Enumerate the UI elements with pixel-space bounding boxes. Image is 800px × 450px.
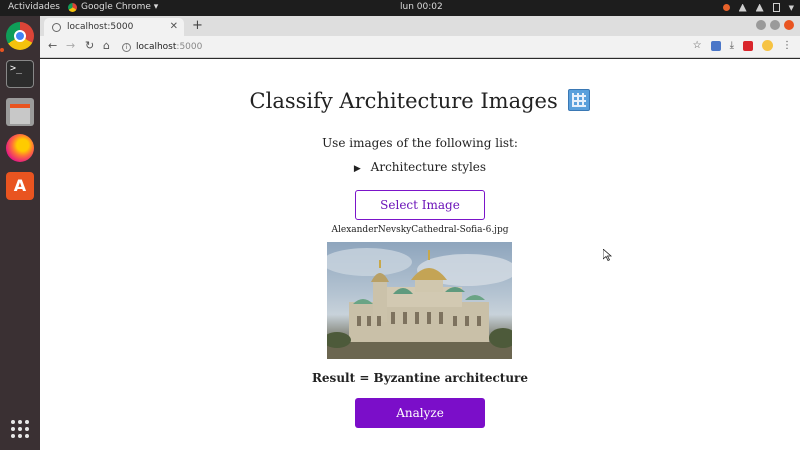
chrome-icon bbox=[68, 2, 77, 12]
browser-tab[interactable]: localhost:5000 ✕ bbox=[44, 18, 184, 36]
tab-title: localhost:5000 bbox=[67, 22, 134, 32]
notification-icon[interactable] bbox=[722, 4, 730, 11]
close-tab-icon[interactable]: ✕ bbox=[170, 21, 178, 32]
firefox-launcher-icon[interactable] bbox=[6, 134, 34, 162]
menu-kebab-icon[interactable]: ⋮ bbox=[782, 40, 792, 51]
activities-button[interactable]: Actividades bbox=[8, 2, 60, 12]
cathedral-illustration bbox=[327, 248, 512, 359]
page-content: Classify Architecture Images Use images … bbox=[40, 59, 800, 450]
show-applications-icon[interactable] bbox=[11, 420, 29, 438]
running-indicator bbox=[0, 48, 4, 52]
chrome-launcher-icon[interactable] bbox=[6, 22, 34, 50]
translate-extension-icon[interactable] bbox=[710, 40, 721, 51]
toolbar-actions: ☆ ⤓ ⋮ bbox=[693, 40, 792, 51]
mouse-cursor-icon bbox=[603, 249, 613, 261]
app-menu-label: Google Chrome ▾ bbox=[81, 2, 159, 12]
address-bar[interactable]: i localhost:5000 bbox=[122, 39, 682, 55]
close-window-button[interactable] bbox=[784, 20, 794, 30]
office-building-icon bbox=[568, 89, 591, 111]
url-host: localhost bbox=[136, 42, 177, 52]
globe-icon bbox=[52, 22, 61, 32]
download-icon[interactable]: ⤓ bbox=[730, 40, 734, 51]
instructions-text: Use images of the following list: bbox=[322, 136, 518, 150]
minimize-button[interactable] bbox=[756, 20, 766, 30]
battery-icon[interactable] bbox=[772, 3, 780, 12]
page-title-text: Classify Architecture Images bbox=[249, 89, 558, 113]
selected-filename: AlexanderNevskyCathedral-Sofia-6.jpg bbox=[331, 225, 509, 235]
terminal-launcher-icon[interactable]: >_ bbox=[6, 60, 34, 88]
site-info-icon[interactable]: i bbox=[122, 42, 131, 52]
forward-arrow-icon[interactable]: → bbox=[66, 39, 75, 52]
page-title: Classify Architecture Images bbox=[40, 89, 800, 113]
reload-icon[interactable]: ↻ bbox=[85, 39, 94, 52]
software-center-launcher-icon[interactable]: A bbox=[6, 172, 34, 200]
styles-disclosure[interactable]: ▶ Architecture styles bbox=[40, 160, 800, 174]
adblock-extension-icon[interactable] bbox=[743, 40, 753, 51]
back-arrow-icon[interactable]: ← bbox=[48, 39, 57, 52]
tab-strip: localhost:5000 ✕ + bbox=[40, 16, 800, 36]
new-tab-button[interactable]: + bbox=[192, 18, 203, 33]
system-clock[interactable]: lun 00:02 bbox=[400, 2, 443, 12]
dock: >_ A bbox=[0, 16, 40, 450]
profile-avatar-icon[interactable] bbox=[762, 40, 773, 51]
wifi-icon[interactable] bbox=[738, 3, 747, 12]
volume-icon[interactable] bbox=[755, 3, 764, 12]
disclosure-triangle-icon[interactable]: ▶ bbox=[354, 164, 361, 174]
cathedral-preview-image bbox=[327, 242, 512, 359]
url-port: :5000 bbox=[176, 42, 203, 52]
home-icon[interactable]: ⌂ bbox=[103, 39, 110, 52]
select-image-button[interactable]: Select Image bbox=[355, 190, 485, 220]
browser-toolbar: ← → ↻ ⌂ i localhost:5000 ☆ ⤓ ⋮ bbox=[40, 36, 800, 58]
classification-result: Result = Byzantine architecture bbox=[311, 371, 529, 385]
app-menu[interactable]: Google Chrome ▾ bbox=[68, 2, 158, 12]
system-top-bar: Actividades Google Chrome ▾ lun 00:02 ▼ bbox=[0, 0, 800, 16]
bookmark-star-icon[interactable]: ☆ bbox=[693, 40, 702, 51]
analyze-button[interactable]: Analyze bbox=[355, 398, 485, 428]
system-menu-caret-icon[interactable]: ▼ bbox=[789, 4, 794, 12]
window-controls bbox=[756, 20, 794, 30]
maximize-button[interactable] bbox=[770, 20, 780, 30]
styles-summary-label[interactable]: Architecture styles bbox=[371, 160, 486, 174]
files-launcher-icon[interactable] bbox=[6, 98, 34, 126]
system-tray[interactable]: ▼ bbox=[722, 3, 794, 12]
